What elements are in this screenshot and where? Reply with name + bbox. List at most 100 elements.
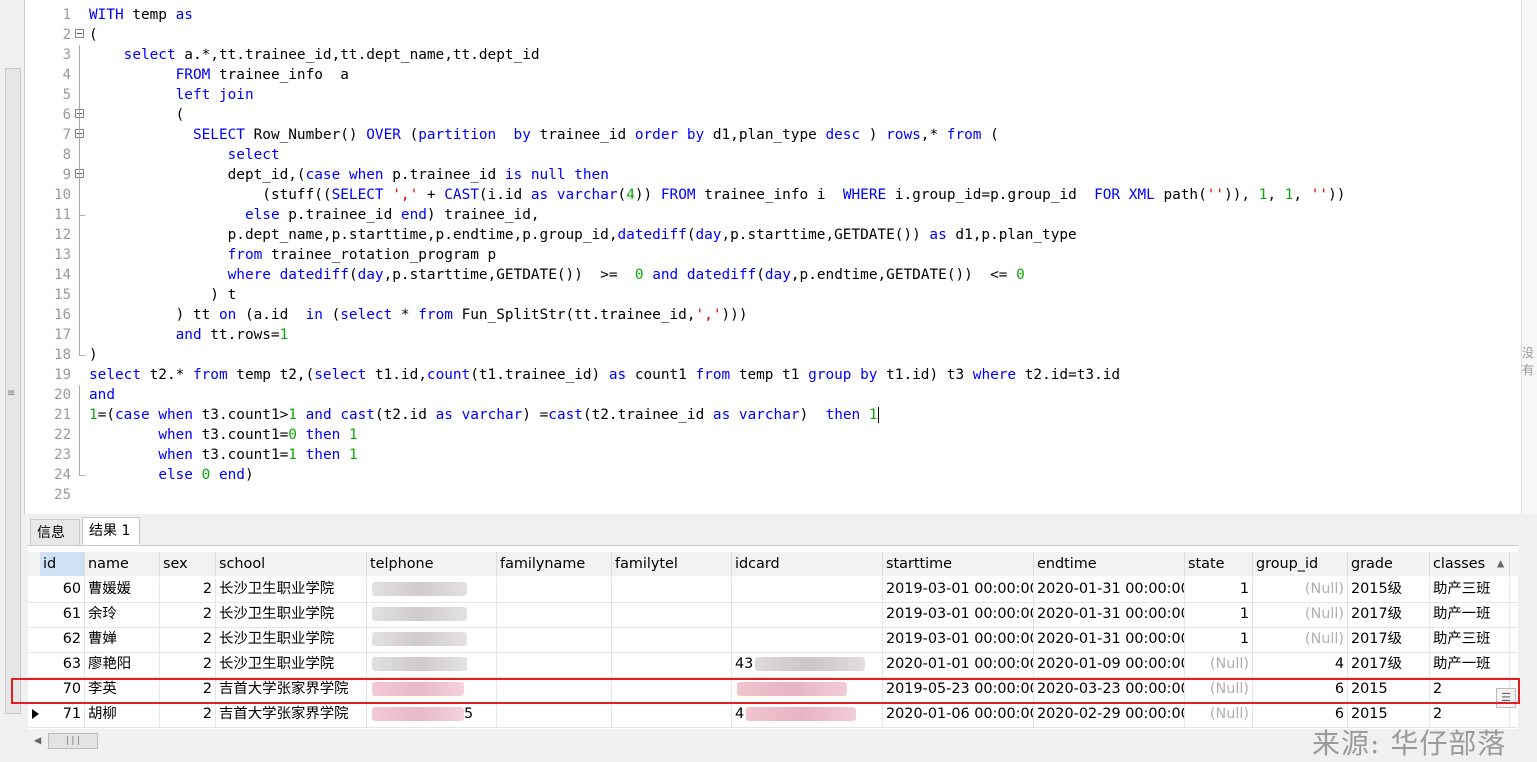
editor-vertical-scrollbar[interactable]: 没有: [1521, 0, 1537, 514]
column-header-starttime[interactable]: starttime: [883, 552, 1034, 576]
table-row[interactable]: 70 李英 2 吉首大学张家界学院 2019-05-23 00:00:00 2020-03…: [28, 677, 1518, 703]
cell-sex[interactable]: 2: [160, 677, 216, 702]
code-line[interactable]: 23 when t3.count1=1 then 1: [25, 445, 1515, 465]
cell-id[interactable]: 60: [40, 577, 85, 602]
column-header-familytel[interactable]: familytel: [612, 552, 732, 576]
cell-name[interactable]: 曹媛媛: [85, 577, 160, 602]
code-line[interactable]: 2(: [25, 25, 1515, 45]
result-grid[interactable]: id name sex school telphone familyname familyt…: [28, 545, 1518, 729]
cell-name[interactable]: 胡柳: [85, 702, 160, 727]
code-line[interactable]: 20 and: [25, 385, 1515, 405]
code-line[interactable]: 19 select t2.* from temp t2,(select t1.id…: [25, 365, 1515, 385]
cell-endtime[interactable]: 2020-01-31 00:00:00: [1034, 627, 1185, 652]
column-header-grade[interactable]: grade: [1348, 552, 1430, 576]
cell-endtime[interactable]: 2020-02-29 00:00:00: [1034, 702, 1185, 727]
code-line[interactable]: 1 WITH temp as: [25, 5, 1515, 25]
grid-horizontal-scrollbar[interactable]: ◀ |||: [28, 730, 1518, 752]
scroll-left-icon[interactable]: ◀: [34, 733, 41, 747]
column-header-name[interactable]: name: [85, 552, 160, 576]
cell-school[interactable]: 长沙卫生职业学院: [216, 652, 367, 677]
cell-group_id[interactable]: (Null): [1253, 627, 1348, 652]
cell-id[interactable]: 63: [40, 652, 85, 677]
code-line[interactable]: 25: [25, 485, 1515, 505]
table-row[interactable]: 63 廖艳阳 2 长沙卫生职业学院 43 2020-01-01 00:00:00 2020-…: [28, 652, 1518, 678]
cell-starttime[interactable]: 2019-03-01 00:00:00: [883, 577, 1034, 602]
cell-idcard[interactable]: 43: [732, 652, 883, 677]
cell-familyname[interactable]: [497, 602, 612, 627]
cell-school[interactable]: 吉首大学张家界学院: [216, 702, 367, 727]
left-splitter[interactable]: ≡: [0, 0, 24, 756]
code-line[interactable]: 24 else 0 end): [25, 465, 1515, 485]
column-header-group_id[interactable]: group_id: [1253, 552, 1348, 576]
code-line[interactable]: 3 select a.*,tt.trainee_id,tt.dept_name,…: [25, 45, 1515, 65]
table-row[interactable]: 62 曹婵 2 长沙卫生职业学院 2019-03-01 00:00:00 2020-01-…: [28, 627, 1518, 653]
code-line[interactable]: 14 where datediff(day,p.starttime,GETDAT…: [25, 265, 1515, 285]
cell-idcard[interactable]: [732, 602, 883, 627]
cell-classes[interactable]: 助产一班: [1430, 652, 1510, 677]
cell-school[interactable]: 长沙卫生职业学院: [216, 627, 367, 652]
column-header-telphone[interactable]: telphone: [367, 552, 497, 576]
code-line[interactable]: 22 when t3.count1=0 then 1: [25, 425, 1515, 445]
tab-result-1[interactable]: 结果 1: [82, 517, 140, 545]
cell-endtime[interactable]: 2020-01-09 00:00:00: [1034, 652, 1185, 677]
cell-classes[interactable]: 助产一班: [1430, 602, 1510, 627]
cell-school[interactable]: 长沙卫生职业学院: [216, 602, 367, 627]
cell-sex[interactable]: 2: [160, 652, 216, 677]
cell-familytel[interactable]: [612, 702, 732, 727]
cell-state[interactable]: 1: [1185, 602, 1253, 627]
sql-editor[interactable]: 1 WITH temp as 2(3 select a.*,tt.trainee_i…: [24, 0, 1521, 514]
cell-telphone[interactable]: [367, 627, 497, 652]
cell-group_id[interactable]: (Null): [1253, 602, 1348, 627]
code-line[interactable]: 4 FROM trainee_info a: [25, 65, 1515, 85]
cell-familyname[interactable]: [497, 652, 612, 677]
code-line[interactable]: 13 from trainee_rotation_program p: [25, 245, 1515, 265]
cell-group_id[interactable]: 6: [1253, 677, 1348, 702]
fold-toggle-icon[interactable]: [75, 29, 84, 38]
code-line[interactable]: 8 select: [25, 145, 1515, 165]
cell-state[interactable]: (Null): [1185, 677, 1253, 702]
cell-familyname[interactable]: [497, 577, 612, 602]
cell-sex[interactable]: 2: [160, 702, 216, 727]
cell-sex[interactable]: 2: [160, 627, 216, 652]
horizontal-scroll-thumb[interactable]: |||: [48, 733, 98, 749]
cell-telphone[interactable]: 5: [367, 702, 497, 727]
cell-state[interactable]: (Null): [1185, 702, 1253, 727]
cell-classes[interactable]: 助产三班: [1430, 577, 1510, 602]
cell-sex[interactable]: 2: [160, 602, 216, 627]
column-header-state[interactable]: state: [1185, 552, 1253, 576]
cell-id[interactable]: 62: [40, 627, 85, 652]
cell-idcard[interactable]: 4: [732, 702, 883, 727]
column-header-school[interactable]: school: [216, 552, 367, 576]
cell-telphone[interactable]: [367, 677, 497, 702]
grid-scroll-thumb[interactable]: ☰: [1496, 688, 1516, 708]
column-header-endtime[interactable]: endtime: [1034, 552, 1185, 576]
cell-group_id[interactable]: (Null): [1253, 577, 1348, 602]
cell-name[interactable]: 曹婵: [85, 627, 160, 652]
code-line[interactable]: 10 (stuff((SELECT ',' + CAST(i.id as var…: [25, 185, 1515, 205]
cell-state[interactable]: (Null): [1185, 652, 1253, 677]
cell-id[interactable]: 71: [40, 702, 85, 727]
cell-idcard[interactable]: [732, 577, 883, 602]
table-row[interactable]: 61 余玲 2 长沙卫生职业学院 2019-03-01 00:00:00 2020-01-…: [28, 602, 1518, 628]
cell-starttime[interactable]: 2020-01-06 00:00:00: [883, 702, 1034, 727]
cell-school[interactable]: 长沙卫生职业学院: [216, 577, 367, 602]
tab-info[interactable]: 信息: [30, 519, 80, 545]
cell-starttime[interactable]: 2020-01-01 00:00:00: [883, 652, 1034, 677]
cell-idcard[interactable]: [732, 627, 883, 652]
cell-grade[interactable]: 2017级: [1348, 652, 1430, 677]
cell-idcard[interactable]: [732, 677, 883, 702]
cell-endtime[interactable]: 2020-03-23 00:00:00: [1034, 677, 1185, 702]
cell-familytel[interactable]: [612, 677, 732, 702]
code-line[interactable]: 7 SELECT Row_Number() OVER (partition by…: [25, 125, 1515, 145]
cell-familytel[interactable]: [612, 652, 732, 677]
cell-familyname[interactable]: [497, 677, 612, 702]
cell-familyname[interactable]: [497, 702, 612, 727]
cell-telphone[interactable]: [367, 652, 497, 677]
column-header-familyname[interactable]: familyname: [497, 552, 612, 576]
cell-state[interactable]: 1: [1185, 627, 1253, 652]
cell-starttime[interactable]: 2019-03-01 00:00:00: [883, 627, 1034, 652]
cell-telphone[interactable]: [367, 577, 497, 602]
cell-familytel[interactable]: [612, 577, 732, 602]
code-line[interactable]: 6 (: [25, 105, 1515, 125]
code-line[interactable]: 12 p.dept_name,p.starttime,p.endtime,p.g…: [25, 225, 1515, 245]
